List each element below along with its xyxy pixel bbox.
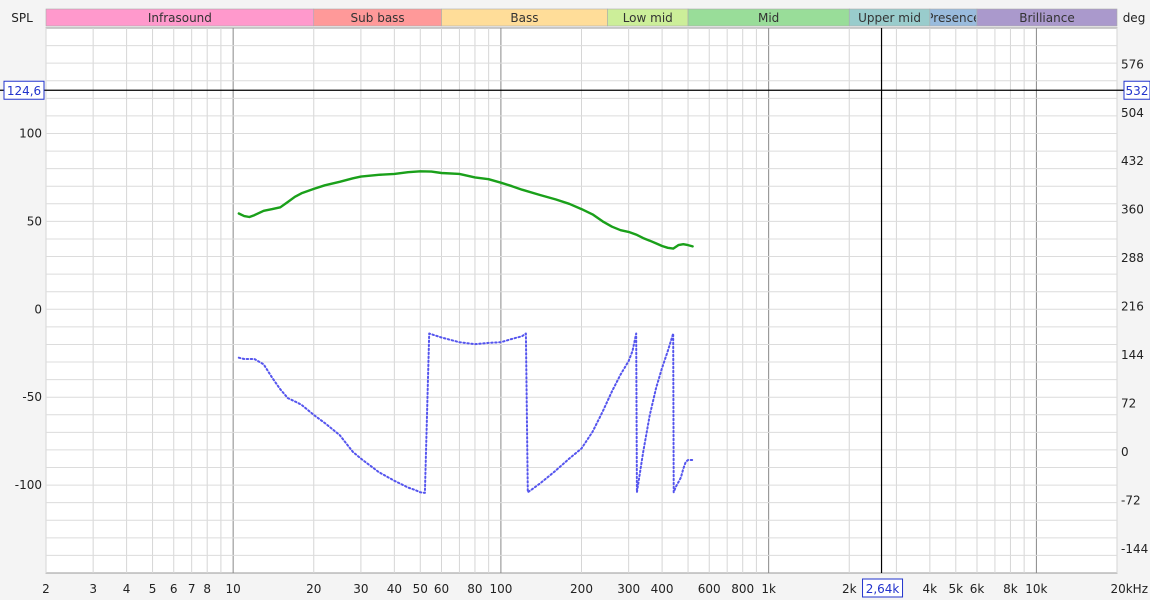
x-tick-label: 10k <box>1025 582 1047 596</box>
band-label-sub-bass: Sub bass <box>351 11 405 25</box>
x-tick-label: 8k <box>1003 582 1018 596</box>
y-left-tick-label: 0 <box>34 302 42 316</box>
cursor-y-readout-text: 124,6 <box>7 84 41 98</box>
frequency-response-chart: Infrasound Sub bass Bass Low mid Mid Upper mi… <box>0 0 1150 600</box>
x-tick-label: 50 <box>413 582 428 596</box>
band-label-low-mid: Low mid <box>623 11 673 25</box>
band-label-brilliance: Brilliance <box>1019 11 1074 25</box>
y-right-tick-label: 72 <box>1121 396 1136 410</box>
x-tick-label: 400 <box>651 582 674 596</box>
x-tick-label: 2k <box>842 582 857 596</box>
x-tick-label: 100 <box>489 582 512 596</box>
y-left-tick-label: 50 <box>27 214 42 228</box>
band-label-bass: Bass <box>510 11 538 25</box>
y-right-tick-label: 216 <box>1121 300 1144 314</box>
x-tick-label: 4k <box>923 582 938 596</box>
x-tick-label: 6 <box>170 582 178 596</box>
cursor-x-readout[interactable]: 2,64k <box>862 578 904 598</box>
x-tick-label: 20kHz <box>1110 582 1148 596</box>
band-label-mid: Mid <box>758 11 779 25</box>
x-tick-label: 10 <box>226 582 241 596</box>
cursor-y-right-readout-text: 532 <box>1126 84 1149 98</box>
cursor-x-readout-text: 2,64k <box>866 582 900 596</box>
y-right-tick-label: -72 <box>1121 493 1141 507</box>
cursor-y-readout[interactable]: 124,6 <box>3 80 45 100</box>
x-tick-label: 60 <box>434 582 449 596</box>
band-label-upper-mid: Upper mid <box>858 11 921 25</box>
y-right-tick-label: 504 <box>1121 106 1144 120</box>
x-tick-label: 800 <box>731 582 754 596</box>
y-right-tick-label: 288 <box>1121 251 1144 265</box>
cursor-y-right-readout[interactable]: 532 <box>1123 80 1150 100</box>
x-tick-label: 5k <box>949 582 964 596</box>
y-left-axis-label: SPL <box>11 11 33 25</box>
band-label-presence: Presence <box>926 11 980 25</box>
x-tick-label: 7 <box>188 582 196 596</box>
y-right-tick-label: 360 <box>1121 203 1144 217</box>
x-tick-label: 30 <box>353 582 368 596</box>
band-label-infrasound: Infrasound <box>148 11 212 25</box>
x-tick-label: 1k <box>761 582 776 596</box>
x-tick-label: 300 <box>617 582 640 596</box>
x-tick-label: 20 <box>306 582 321 596</box>
x-tick-label: 200 <box>570 582 593 596</box>
y-left-tick-label: 100 <box>19 126 42 140</box>
frequency-bands: Infrasound Sub bass Bass Low mid Mid Upper mi… <box>45 8 1118 27</box>
y-right-axis-label: deg <box>1123 11 1146 25</box>
x-tick-label: 6k <box>970 582 985 596</box>
x-tick-label: 4 <box>123 582 131 596</box>
x-tick-label: 40 <box>387 582 402 596</box>
y-left-tick-label: -100 <box>15 478 42 492</box>
y-right-tick-label: 0 <box>1121 445 1129 459</box>
x-tick-label: 80 <box>467 582 482 596</box>
x-tick-label: 2 <box>42 582 50 596</box>
y-right-tick-label: 576 <box>1121 57 1144 71</box>
y-left-tick-label: -50 <box>22 390 42 404</box>
x-tick-label: 8 <box>203 582 211 596</box>
x-tick-label: 5 <box>149 582 157 596</box>
y-right-tick-label: 432 <box>1121 154 1144 168</box>
x-tick-label: 3 <box>89 582 97 596</box>
x-tick-label: 600 <box>698 582 721 596</box>
y-right-tick-label: 144 <box>1121 348 1144 362</box>
y-right-tick-label: -144 <box>1121 542 1148 556</box>
